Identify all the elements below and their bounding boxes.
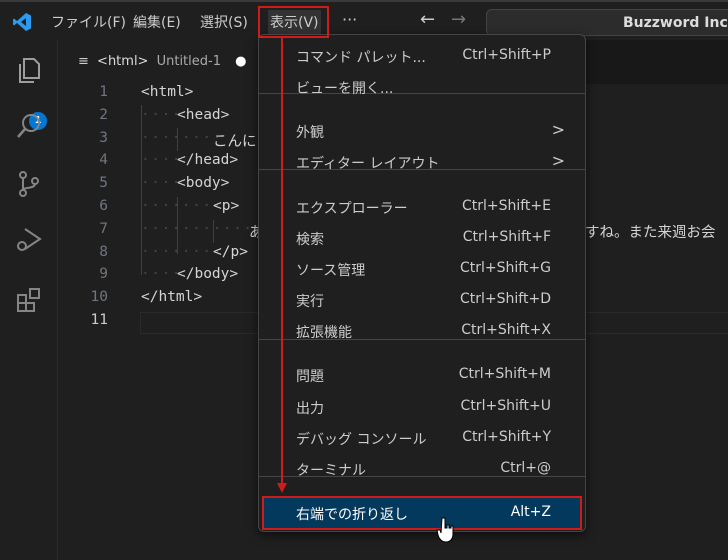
line-number: 10 xyxy=(90,289,108,306)
annotation-box-word-wrap xyxy=(262,496,582,530)
menu-item[interactable]: 拡張機能 Ctrl+Shift+X xyxy=(263,316,581,346)
view-menu-dropdown: コマンド パレット... Ctrl+Shift+P ビューを開く... 外観 > エディタ… xyxy=(258,34,586,532)
whitespace-dots: ···· xyxy=(141,175,182,192)
whitespace-dots: ···· xyxy=(141,106,182,123)
line-number: 11 xyxy=(90,312,108,328)
more-menu-button[interactable]: ··· xyxy=(342,10,357,29)
menu-item-label: コマンド パレット... xyxy=(296,50,426,66)
outline-icon: ≡ xyxy=(78,54,89,69)
menu-item-label: エディター レイアウト xyxy=(296,156,440,172)
menu-item-shortcut: Ctrl+Shift+D xyxy=(460,291,551,307)
menu-item-shortcut: Ctrl+Shift+P xyxy=(462,47,551,63)
whitespace-dots: ············ xyxy=(141,220,264,237)
menu-item[interactable]: コマンド パレット... Ctrl+Shift+P xyxy=(263,41,581,71)
menu-item-label: 問題 xyxy=(296,369,324,385)
menu-item-label: 外観 xyxy=(296,125,324,141)
menu-item-shortcut: Ctrl+Shift+X xyxy=(461,322,551,338)
run-debug-icon[interactable] xyxy=(15,226,43,254)
command-center[interactable]: Buzzword Inc. xyxy=(486,9,728,36)
line-number: 2 xyxy=(99,106,108,123)
code-text-tail: すね。また来週お会 xyxy=(585,224,716,241)
menu-edit[interactable]: 編集(E) xyxy=(133,12,181,32)
code-text: <body> xyxy=(177,175,230,192)
line-number: 5 xyxy=(99,175,108,192)
line-number: 4 xyxy=(99,152,108,169)
chevron-right-icon: > xyxy=(551,151,565,170)
search-icon[interactable] xyxy=(15,112,43,140)
explorer-icon[interactable] xyxy=(15,56,43,84)
extensions-icon[interactable] xyxy=(15,286,43,314)
whitespace-dots: ········ xyxy=(141,243,223,260)
line-number: 6 xyxy=(99,198,108,214)
menu-item-shortcut: Ctrl+Shift+E xyxy=(461,198,551,214)
breadcrumb[interactable]: <html> xyxy=(97,54,148,69)
menu-item-shortcut: Ctrl+Shift+F xyxy=(462,229,551,245)
code-text: </p> xyxy=(213,243,248,260)
menu-item-label: デバッグ コンソール xyxy=(296,432,427,448)
menu-item[interactable]: ビューを開く... xyxy=(263,72,581,102)
menu-item[interactable]: 外観 > xyxy=(263,116,581,146)
code-text: <head> xyxy=(177,106,230,123)
menu-item-label: 実行 xyxy=(296,294,324,310)
line-number: 1 xyxy=(99,84,108,100)
menu-item-label: ターミナル xyxy=(296,463,366,479)
code-text: <html> xyxy=(141,84,194,100)
menu-item-label: 検索 xyxy=(296,232,324,248)
menu-item[interactable]: 出力 Ctrl+Shift+U xyxy=(263,392,581,422)
menu-file[interactable]: ファイル(F) xyxy=(51,12,126,32)
forward-button[interactable]: → xyxy=(451,9,466,30)
menu-item-shortcut: Ctrl+Shift+G xyxy=(459,260,551,276)
vscode-logo-icon xyxy=(13,13,31,31)
mouse-pointer-hand-icon xyxy=(436,517,454,543)
back-button[interactable]: ← xyxy=(420,9,435,30)
line-number: 3 xyxy=(99,129,108,146)
menu-item[interactable]: 実行 Ctrl+Shift+D xyxy=(263,285,581,315)
menu-item-shortcut: Ctrl+Shift+Y xyxy=(462,429,551,445)
code-text: </html> xyxy=(141,289,203,306)
source-control-icon[interactable] xyxy=(15,170,43,198)
unsaved-dot-icon[interactable]: ● xyxy=(235,54,246,69)
activity-bar: 1 xyxy=(0,40,58,560)
line-number: 8 xyxy=(99,243,108,260)
line-number: 7 xyxy=(99,220,108,237)
menu-item[interactable]: 問題 Ctrl+Shift+M xyxy=(263,360,581,390)
menu-item[interactable]: エディター レイアウト > xyxy=(263,147,581,177)
menu-selection[interactable]: 選択(S) xyxy=(200,12,248,32)
menu-item[interactable]: デバッグ コンソール Ctrl+Shift+Y xyxy=(263,423,581,453)
tab-title: Untitled-1 xyxy=(156,54,221,69)
whitespace-dots: ········ xyxy=(141,198,223,214)
annotation-box-view-menu xyxy=(258,6,329,38)
menu-item[interactable]: エクスプローラー Ctrl+Shift+E xyxy=(263,192,581,222)
menu-item[interactable]: ソース管理 Ctrl+Shift+G xyxy=(263,254,581,284)
menu-item-label: ソース管理 xyxy=(296,263,366,279)
whitespace-dots: ···· xyxy=(141,152,182,169)
menu-item-shortcut: Ctrl+@ xyxy=(500,460,551,476)
menu-item-label: ビューを開く... xyxy=(296,81,394,97)
line-number: 9 xyxy=(99,266,108,283)
menu-item[interactable]: 検索 Ctrl+Shift+F xyxy=(263,223,581,253)
menu-item-label: 出力 xyxy=(296,401,324,417)
menu-item-shortcut: Ctrl+Shift+M xyxy=(458,366,551,382)
whitespace-dots: ···· xyxy=(141,266,182,283)
code-text: こんに xyxy=(213,133,257,150)
code-text: </body> xyxy=(177,266,239,283)
menu-item-shortcut: Ctrl+Shift+U xyxy=(460,398,551,414)
menu-item[interactable]: ターミナル Ctrl+@ xyxy=(263,454,581,484)
menu-item-label: エクスプローラー xyxy=(296,201,408,217)
menu-item-label: 拡張機能 xyxy=(296,325,352,341)
whitespace-dots: ········ xyxy=(141,129,223,146)
chevron-right-icon: > xyxy=(551,120,565,139)
code-text: </head> xyxy=(177,152,239,169)
annotation-arrow xyxy=(277,37,287,493)
tab-untitled-1[interactable]: ≡ <html> Untitled-1 ● xyxy=(58,40,258,84)
code-text: <p> xyxy=(213,198,240,214)
